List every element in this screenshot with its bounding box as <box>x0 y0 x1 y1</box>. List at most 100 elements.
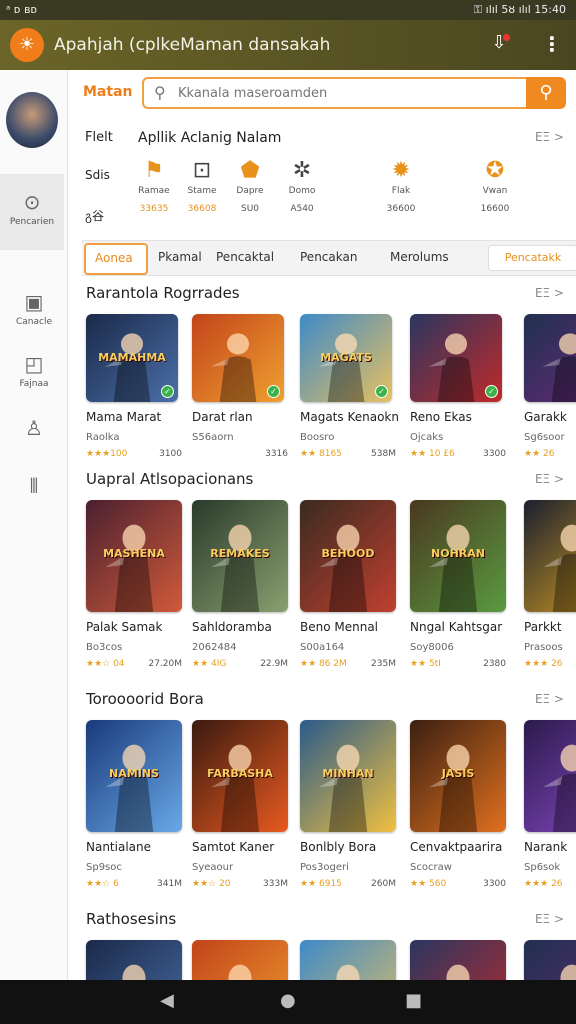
tab-pencaktal[interactable]: Pencaktal <box>216 250 274 264</box>
category-tabs: Aonea Pkamal Pencaktal Pencakan Merolums… <box>82 240 576 276</box>
app-card[interactable]: MINHAN Bonlbly Bora Pos3ogeri ★★ 6915 260M <box>300 720 400 889</box>
search-input[interactable] <box>178 83 518 103</box>
app-icon-image <box>524 500 576 612</box>
app-card[interactable] <box>410 940 510 980</box>
featured-title: Apllik Aclanig Nalam <box>138 130 282 146</box>
installed-check-icon: ✓ <box>485 385 498 398</box>
app-card[interactable]: MAMAHMA ✓ Mama Marat Raolka ★★★100 3100 <box>86 314 186 459</box>
app-card[interactable]: MASHENA Palak Samak Bo3cos ★★☆ 04 27.20M <box>86 500 186 669</box>
search-box[interactable]: ⚲ <box>142 77 554 109</box>
app-developer: S00a164 <box>300 642 345 653</box>
art-caption: MASHENA <box>103 547 165 561</box>
sidebar-item-label: Pencarien <box>9 217 55 227</box>
app-card[interactable] <box>86 940 186 980</box>
app-icon-image <box>524 720 576 832</box>
app-bar: ☀ Apahjah (cplkeMaman dansakah ⇩ ⋮ <box>0 20 576 70</box>
app-size: 3100 <box>159 449 182 459</box>
app-icon-image: NAMINS <box>86 720 182 832</box>
stat-item[interactable]: ✪ Vwan 16600 <box>465 158 525 214</box>
app-card[interactable]: BEHOOD Beno Mennal S00a164 ★★ 86 2M 235M <box>300 500 400 669</box>
app-name: Narank <box>524 840 568 854</box>
app-card[interactable]: FARBASHA Samtot Kaner Syeaour ★★☆ 20 333M <box>192 720 292 889</box>
app-rating: ★★★100 <box>86 449 128 459</box>
home-icon[interactable]: ● <box>280 990 296 1011</box>
app-name: Darat rlan <box>192 410 253 424</box>
app-developer: Pos3ogeri <box>300 862 349 873</box>
recents-icon[interactable]: ■ <box>405 990 422 1011</box>
section-title: Rathosesins <box>86 910 177 928</box>
app-size: 3300 <box>483 879 506 889</box>
app-name: Mama Marat <box>86 410 162 424</box>
app-meta: ★★☆ 6 341M <box>86 879 186 889</box>
app-card[interactable]: NAMINS Nantialane Sp9soc ★★☆ 6 341M <box>86 720 186 889</box>
download-icon[interactable]: ⇩ <box>486 32 512 58</box>
sidebar-item-profile[interactable]: ♙ <box>0 416 68 443</box>
app-meta: ★★ 4IG 22.9M <box>192 659 292 669</box>
app-card[interactable]: ✓ Reno Ekas Ojcaks ★★ 10 £6 3300 <box>410 314 510 459</box>
installed-check-icon: ✓ <box>267 385 280 398</box>
section-title: Uapral Atlsopacionans <box>86 470 254 488</box>
game-art <box>122 964 146 980</box>
section-more-link[interactable]: ΕΞ > <box>535 912 564 926</box>
back-icon[interactable]: ◀ <box>160 990 174 1011</box>
app-developer: Soy8006 <box>410 642 454 653</box>
stat-item[interactable]: ⬟ Dapre SU0 <box>220 158 280 214</box>
app-card[interactable] <box>300 940 400 980</box>
featured-more-link[interactable]: ΕΞ > <box>535 130 564 144</box>
app-meta: ★★ 10 £6 3300 <box>410 449 510 459</box>
tab-pencakan[interactable]: Pencakan <box>300 250 357 264</box>
app-size: 3316 <box>265 449 288 459</box>
app-card[interactable] <box>524 940 576 980</box>
app-card[interactable] <box>192 940 292 980</box>
app-developer: Ojcaks <box>410 432 444 443</box>
app-card[interactable]: JASIS Cenvaktpaarira Scocraw ★★ 560 3300 <box>410 720 510 889</box>
app-title: Apahjah (cplkeMaman dansakah <box>54 35 331 55</box>
sidebar-item-chart[interactable]: ⫴ <box>0 474 68 501</box>
app-meta: ★★ 8165 538M <box>300 449 400 459</box>
app-rating: ★★☆ 20 <box>192 879 231 889</box>
app-card[interactable]: NOHRAN Nngal Kahtsgar Soy8006 ★★ 5tI 2380 <box>410 500 510 669</box>
sidebar-item-canacle[interactable]: ▣ Canacle <box>0 290 68 327</box>
art-caption: BEHOOD <box>321 547 375 561</box>
app-name: Nngal Kahtsgar <box>410 620 503 634</box>
app-card[interactable]: REMAKES Sahldoramba 2062484 ★★ 4IG 22.9M <box>192 500 292 669</box>
app-meta: ★★ 6915 260M <box>300 879 400 889</box>
tab-pkamal[interactable]: Pkamal <box>158 250 202 264</box>
app-card[interactable]: MAGATS ✓ Magats Kenaokn Boosro ★★ 8165 538M <box>300 314 400 459</box>
search-icon: ⚲ <box>154 83 166 102</box>
app-developer: Sg6soor <box>524 432 565 443</box>
app-card[interactable]: Narank Sp6sok ★★★ 26 <box>524 720 576 889</box>
app-meta: ★★ 86 2M 235M <box>300 659 400 669</box>
installed-check-icon: ✓ <box>375 385 388 398</box>
more-vert-icon[interactable]: ⋮ <box>542 32 562 58</box>
app-meta: ★★★ 26 <box>524 659 576 669</box>
game-art <box>542 333 576 402</box>
sidebar-item-fajnaa[interactable]: ◰ Fajnaa <box>0 352 68 389</box>
section-more-link[interactable]: ΕΞ > <box>535 692 564 706</box>
game-art <box>543 524 576 612</box>
app-developer: Boosro <box>300 432 335 443</box>
installed-check-icon: ✓ <box>161 385 174 398</box>
app-icon-image: MAMAHMA ✓ <box>86 314 178 402</box>
app-card[interactable]: ✓ Darat rlan S56aorn 3316 <box>192 314 292 459</box>
section-more-link[interactable]: ΕΞ > <box>535 472 564 486</box>
app-developer: Scocraw <box>410 862 452 873</box>
section-more-link[interactable]: ΕΞ > <box>535 286 564 300</box>
badge-icon: ✪ <box>485 158 505 183</box>
app-card[interactable]: Garakk Sg6soor ★★ 26 <box>524 314 576 459</box>
sidebar: ⊙ Pencarien ▣ Canacle ◰ Fajnaa ♙ ⫴ <box>0 70 68 980</box>
app-developer: Raolka <box>86 432 120 443</box>
art-caption: FARBASHA <box>207 767 273 781</box>
tab-action-button[interactable]: Pencatakk <box>488 245 576 271</box>
avatar[interactable] <box>6 92 58 148</box>
stat-item[interactable]: ✲ Domo A540 <box>272 158 332 214</box>
sidebar-item-pencarien[interactable]: ⊙ Pencarien <box>0 174 64 250</box>
search-button[interactable]: ⚲ <box>526 77 566 109</box>
app-logo-icon[interactable]: ☀ <box>10 28 44 62</box>
tab-merolums[interactable]: Merolums <box>390 250 449 264</box>
stat-item[interactable]: ✹ Flak 36600 <box>371 158 431 214</box>
app-icon-image: MAGATS ✓ <box>300 314 392 402</box>
app-card[interactable]: Parkkt Prasoos ★★★ 26 <box>524 500 576 669</box>
tab-aonea[interactable]: Aonea <box>84 243 148 275</box>
app-size: 260M <box>371 879 396 889</box>
